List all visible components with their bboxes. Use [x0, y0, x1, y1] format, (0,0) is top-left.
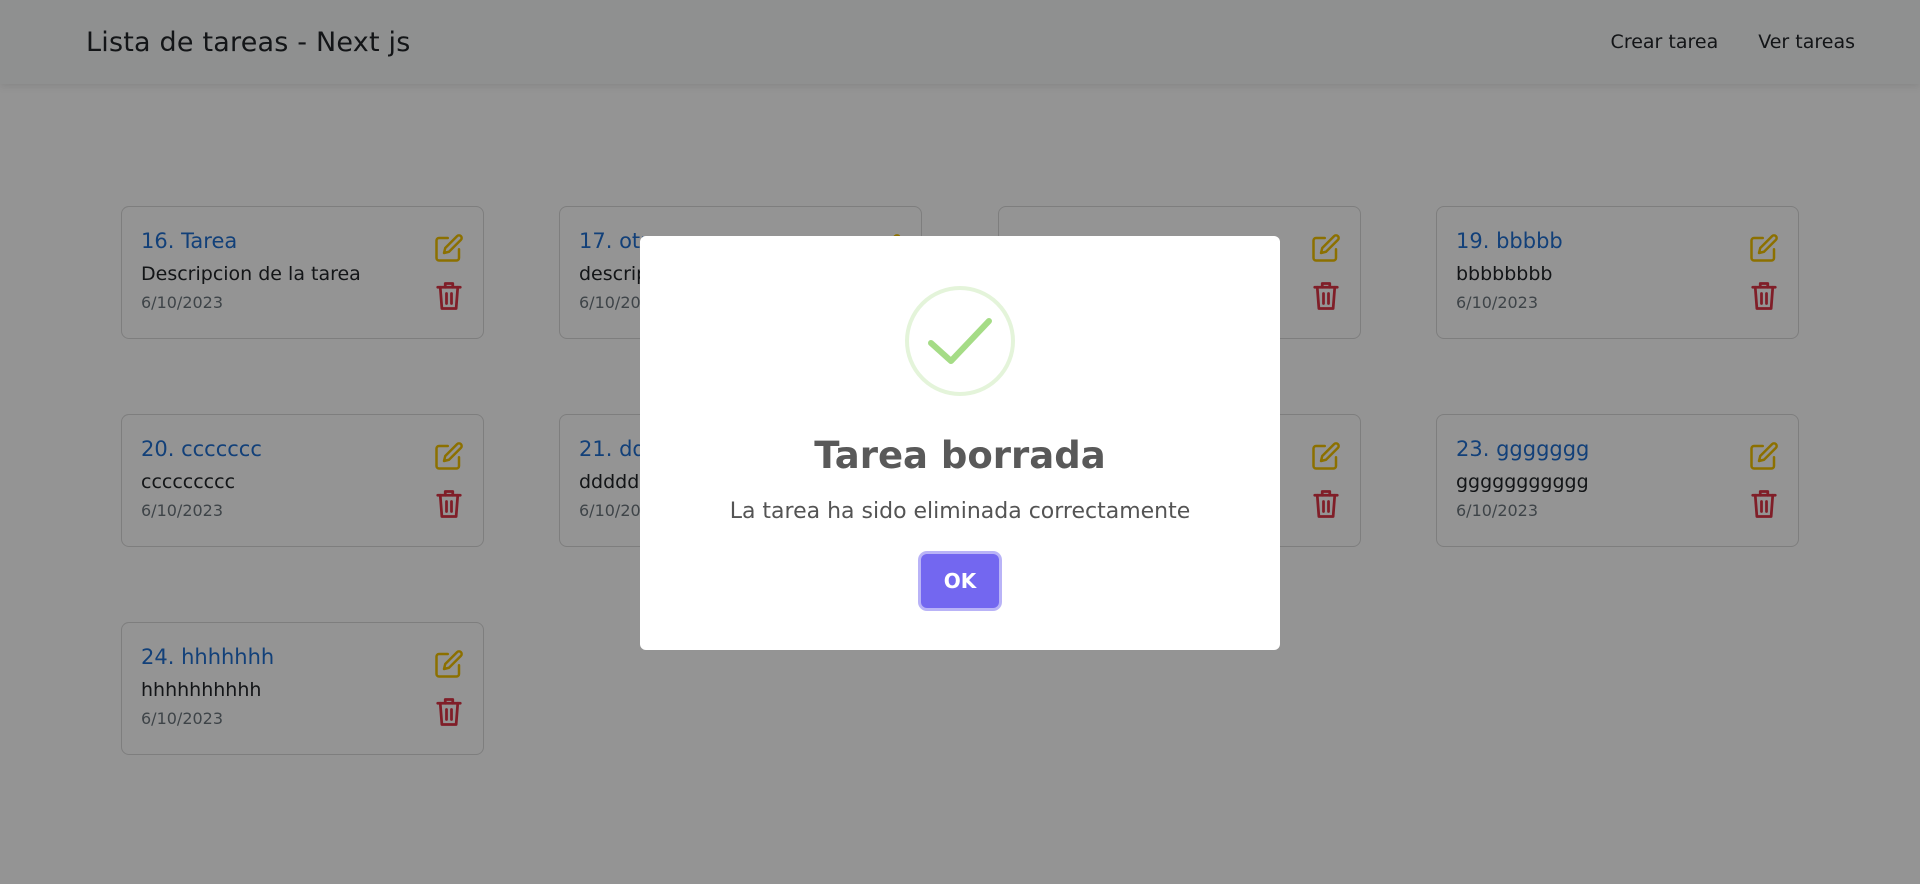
checkmark-icon	[905, 286, 1015, 396]
dialog-message: La tarea ha sido eliminada correctamente	[729, 499, 1191, 524]
ok-button[interactable]: OK	[921, 554, 999, 608]
dialog-title: Tarea borrada	[814, 434, 1106, 477]
success-dialog: Tarea borrada La tarea ha sido eliminada…	[640, 236, 1280, 650]
